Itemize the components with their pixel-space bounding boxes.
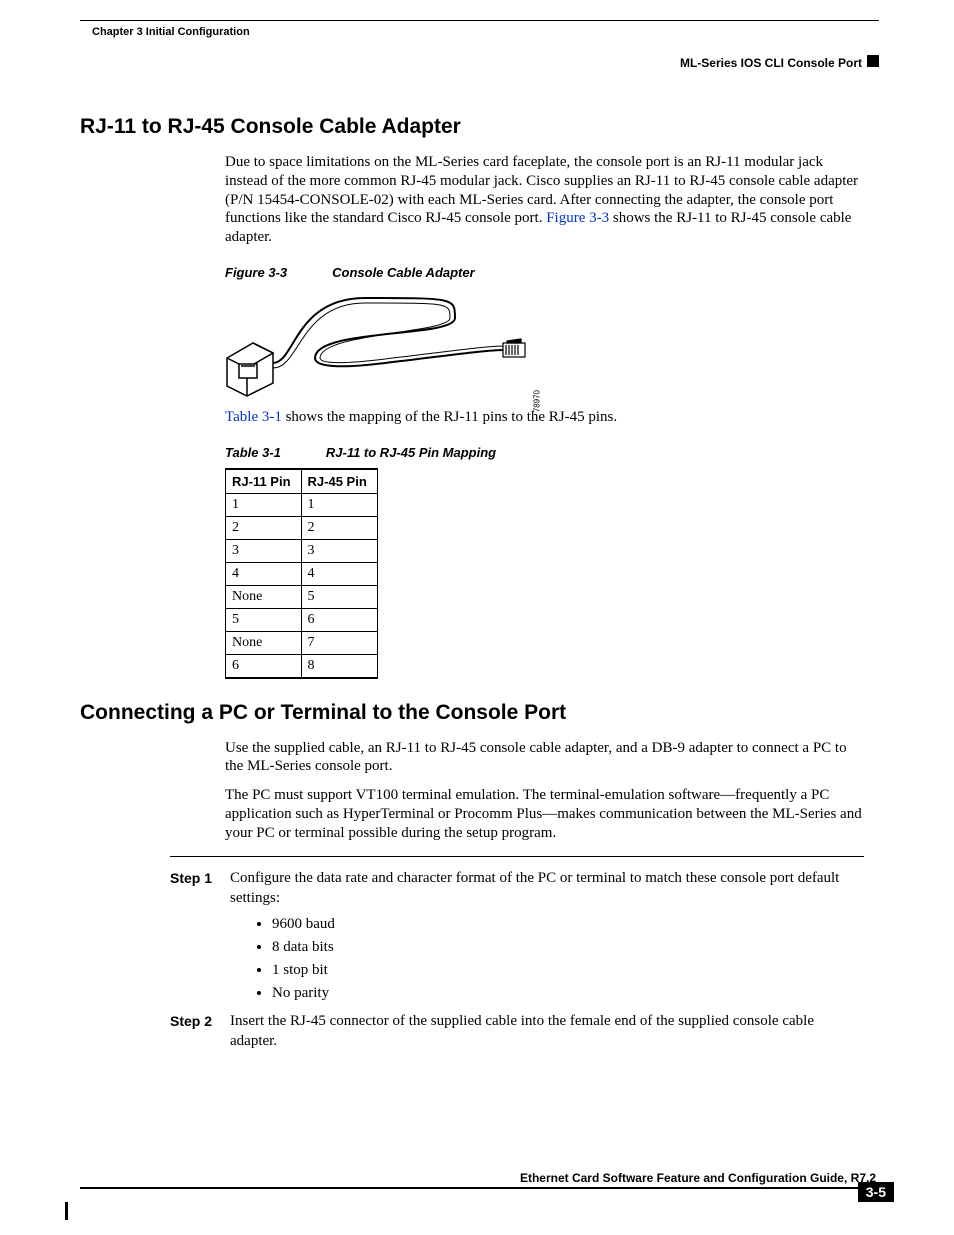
paragraph: Use the supplied cable, an RJ-11 to RJ-4… [225, 739, 864, 777]
footer-title: Ethernet Card Software Feature and Confi… [80, 1171, 894, 1185]
table-row: 56 [226, 608, 378, 631]
table-row: 68 [226, 654, 378, 678]
cell: 1 [301, 493, 377, 516]
table-caption: Table 3-1 RJ-11 to RJ-45 Pin Mapping [225, 445, 864, 460]
figure-id: 78970 [532, 390, 541, 412]
cell: 5 [301, 585, 377, 608]
cell: 2 [226, 516, 302, 539]
text: shows the mapping of the RJ-11 pins to t… [282, 409, 617, 425]
footer-mark-icon [65, 1202, 68, 1220]
header-rule [80, 20, 879, 21]
list-item: 8 data bits [272, 939, 864, 956]
cell: 6 [226, 654, 302, 678]
cell: 2 [301, 516, 377, 539]
cell: None [226, 631, 302, 654]
cell: 4 [301, 562, 377, 585]
cell: 7 [301, 631, 377, 654]
cell: 6 [301, 608, 377, 631]
step-2: Step 2 Insert the RJ-45 connector of the… [170, 1012, 864, 1051]
table-row: 33 [226, 539, 378, 562]
figure-title: Console Cable Adapter [332, 265, 475, 280]
cable-adapter-icon [225, 288, 535, 398]
cell: 5 [226, 608, 302, 631]
header-block-icon [867, 55, 879, 67]
cell: 3 [301, 539, 377, 562]
section-heading-adapter: RJ-11 to RJ-45 Console Cable Adapter [80, 115, 894, 139]
cell: 8 [301, 654, 377, 678]
step-label: Step 2 [170, 1012, 230, 1051]
paragraph: Table 3-1 shows the mapping of the RJ-11… [225, 408, 864, 427]
footer-rule [80, 1187, 866, 1189]
table-header: RJ-45 Pin [301, 469, 377, 494]
cell: 4 [226, 562, 302, 585]
table-link[interactable]: Table 3-1 [225, 409, 282, 425]
table-row: None7 [226, 631, 378, 654]
list-item: No parity [272, 985, 864, 1002]
figure-caption: Figure 3-3 Console Cable Adapter [225, 265, 864, 280]
figure-cable-adapter: 78970 [225, 288, 535, 398]
paragraph: The PC must support VT100 terminal emula… [225, 786, 864, 842]
figure-link[interactable]: Figure 3-3 [546, 210, 609, 226]
page-number: 3-5 [858, 1182, 894, 1202]
step-body: Configure the data rate and character fo… [230, 869, 864, 908]
list-item: 1 stop bit [272, 962, 864, 979]
header-section: ML-Series IOS CLI Console Port [680, 56, 862, 70]
figure-number: Figure 3-3 [225, 265, 287, 280]
cell: 1 [226, 493, 302, 516]
table-row: 11 [226, 493, 378, 516]
list-item: 9600 baud [272, 916, 864, 933]
page-footer: Ethernet Card Software Feature and Confi… [80, 1171, 894, 1205]
header-chapter: Chapter 3 Initial Configuration [92, 26, 250, 38]
table-title: RJ-11 to RJ-45 Pin Mapping [326, 445, 496, 460]
step-label: Step 1 [170, 869, 230, 908]
table-row: 22 [226, 516, 378, 539]
table-number: Table 3-1 [225, 445, 281, 460]
table-row: 44 [226, 562, 378, 585]
steps-divider [170, 856, 864, 857]
section-heading-connecting: Connecting a PC or Terminal to the Conso… [80, 701, 894, 725]
pin-mapping-table: RJ-11 Pin RJ-45 Pin 11 22 33 44 None5 56… [225, 468, 378, 679]
cell: 3 [226, 539, 302, 562]
table-header: RJ-11 Pin [226, 469, 302, 494]
settings-list: 9600 baud 8 data bits 1 stop bit No pari… [230, 916, 864, 1002]
step-body: Insert the RJ-45 connector of the suppli… [230, 1012, 864, 1051]
paragraph: Due to space limitations on the ML-Serie… [225, 153, 864, 247]
cell: None [226, 585, 302, 608]
table-row: None5 [226, 585, 378, 608]
step-1: Step 1 Configure the data rate and chara… [170, 869, 864, 908]
